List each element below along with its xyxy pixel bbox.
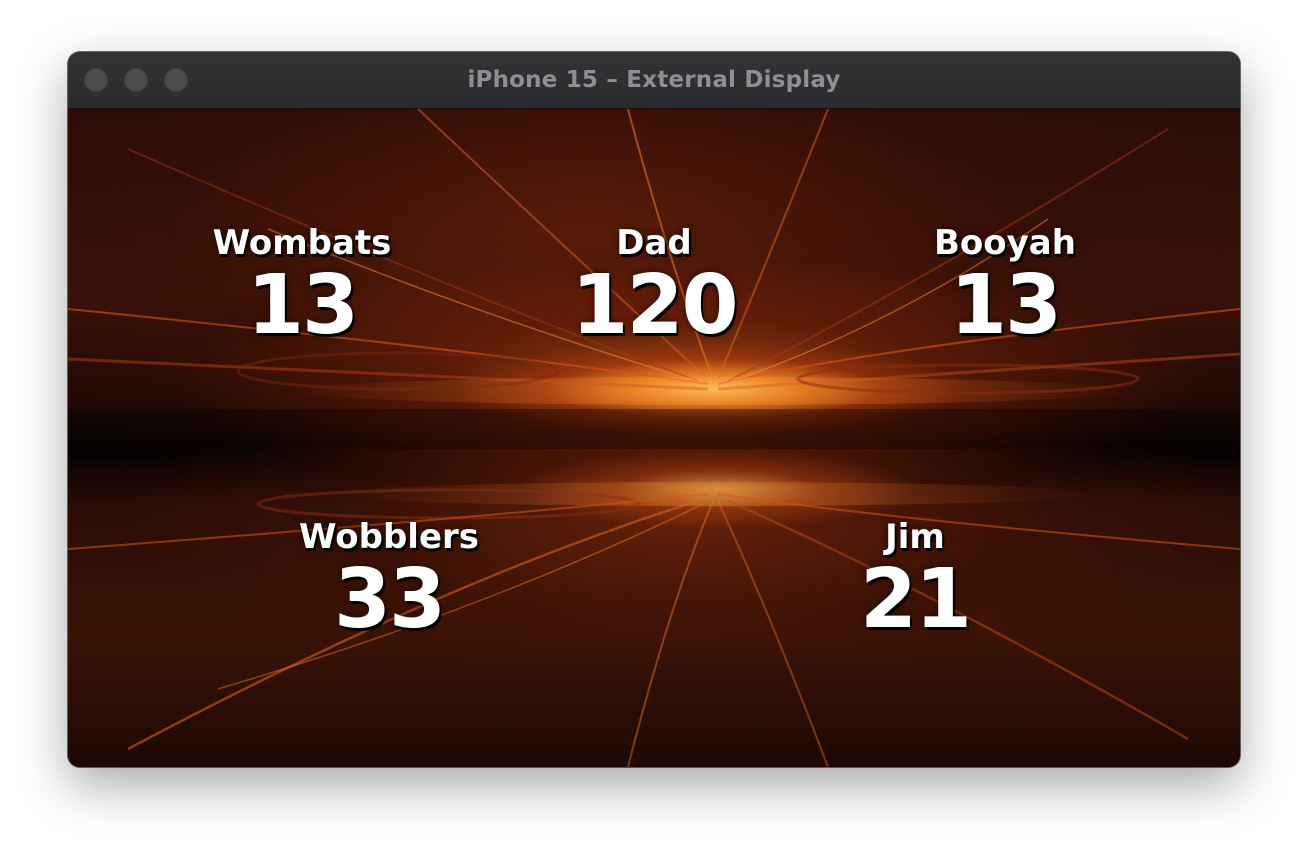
player-score-card: Booyah 13: [855, 223, 1155, 349]
player-score: 21: [859, 552, 972, 647]
player-score-card: Wobblers 33: [239, 517, 539, 643]
title-bar[interactable]: iPhone 15 – External Display: [68, 52, 1240, 109]
player-name: Wombats: [212, 223, 392, 263]
player-score-card: Dad 120: [504, 223, 804, 349]
player-score-card: Wombats 13: [152, 223, 452, 349]
player-name: Booyah: [934, 223, 1076, 263]
player-score: 33: [333, 552, 446, 647]
player-score: 120: [571, 258, 738, 353]
window-title: iPhone 15 – External Display: [467, 67, 841, 93]
external-display-screen: Wombats 13 Dad 120 Booyah 13 Wobblers 33…: [68, 109, 1240, 767]
fractal-background-image: [68, 109, 1240, 767]
player-score-card: Jim 21: [765, 517, 1065, 643]
player-name: Dad: [616, 223, 692, 263]
player-score: 13: [246, 258, 359, 353]
simulator-window: iPhone 15 – External Display Wombats 13 …: [68, 52, 1240, 767]
player-score: 13: [949, 258, 1062, 353]
player-name: Jim: [885, 517, 945, 557]
player-name: Wobblers: [298, 517, 480, 557]
